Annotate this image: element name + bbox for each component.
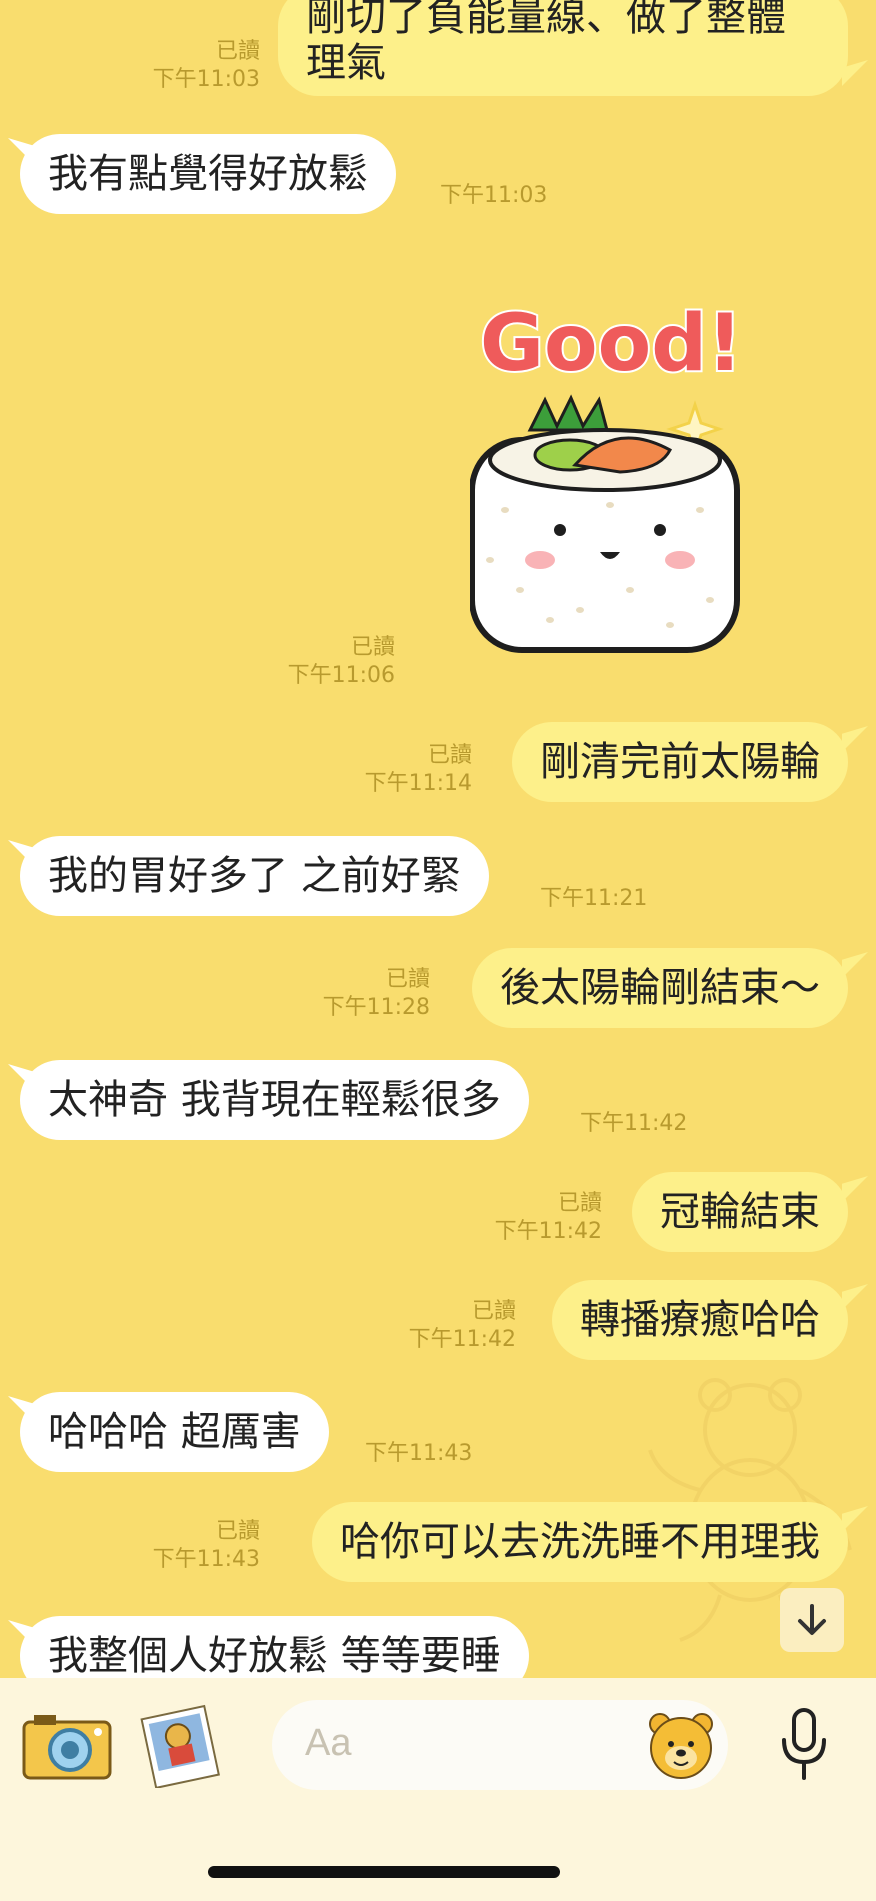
voice-input-button[interactable]: [776, 1706, 832, 1782]
message-meta: 已讀 下午11:28: [290, 966, 430, 1022]
photo-gallery-icon: [140, 1704, 220, 1790]
message-text: 轉播療癒哈哈: [580, 1297, 820, 1343]
bubble-tail: [842, 952, 868, 978]
message-meta: 已讀 下午11:03: [120, 38, 260, 94]
message-meta: 已讀 下午11:06: [250, 634, 395, 690]
message-bubble-incoming[interactable]: 我整個人好放鬆 等等要睡: [20, 1616, 529, 1678]
read-receipt: 已讀: [215, 39, 260, 64]
timestamp: 下午11:43: [365, 1441, 473, 1466]
chat-area[interactable]: 剛切了負能量線、做了整體 理氣 已讀 下午11:03 我有點覺得好放鬆 下午11…: [0, 0, 876, 1678]
timestamp: 下午11:06: [287, 663, 395, 688]
message-text-line: 剛切了負能量線、做了整體: [306, 0, 786, 40]
timestamp: 下午11:28: [322, 995, 430, 1020]
timestamp: 下午11:42: [494, 1219, 602, 1244]
read-receipt: 已讀: [350, 635, 395, 660]
read-receipt: 已讀: [557, 1191, 602, 1216]
message-bubble-outgoing[interactable]: 剛切了負能量線、做了整體 理氣: [278, 0, 848, 96]
message-input-placeholder: Aa: [305, 1722, 352, 1764]
camera-icon: [22, 1715, 112, 1780]
read-receipt: 已讀: [427, 743, 472, 768]
bubble-tail: [842, 1284, 868, 1310]
sushi-roll-sticker-icon[interactable]: Good!: [470, 290, 770, 660]
scroll-to-bottom-button[interactable]: [780, 1588, 844, 1652]
bubble-tail: [842, 726, 868, 752]
message-text-line: 理氣: [306, 40, 386, 86]
timestamp: 下午11:21: [540, 886, 648, 911]
pooh-emoji-icon: [649, 1713, 713, 1779]
read-receipt: 已讀: [471, 1299, 516, 1324]
message-meta: 已讀 下午11:42: [372, 1298, 516, 1354]
message-bubble-outgoing[interactable]: 冠輪結束: [632, 1172, 848, 1252]
message-meta: 已讀 下午11:14: [330, 742, 472, 798]
message-meta: 已讀 下午11:43: [118, 1518, 260, 1574]
read-receipt: 已讀: [215, 1519, 260, 1544]
emoji-button[interactable]: [646, 1710, 716, 1780]
home-indicator: [208, 1866, 560, 1878]
timestamp: 下午11:42: [408, 1327, 516, 1352]
timestamp: 下午11:14: [364, 771, 472, 796]
message-text: 哈哈哈 超厲害: [48, 1409, 301, 1455]
timestamp: 下午11:43: [152, 1547, 260, 1572]
message-text: 太神奇 我背現在輕鬆很多: [48, 1077, 501, 1123]
message-bubble-incoming[interactable]: 我的胃好多了 之前好緊: [20, 836, 489, 916]
bubble-tail: [842, 1176, 868, 1202]
arrow-down-icon: [798, 1604, 826, 1635]
timestamp: 下午11:03: [440, 183, 548, 208]
read-receipt: 已讀: [385, 967, 430, 992]
message-text: 哈你可以去洗洗睡不用理我: [340, 1519, 820, 1565]
message-text: 我的胃好多了 之前好緊: [48, 853, 461, 899]
sticker-text: Good!: [480, 299, 743, 389]
timestamp: 下午11:42: [580, 1111, 688, 1136]
message-bubble-incoming[interactable]: 我有點覺得好放鬆: [20, 134, 396, 214]
photo-gallery-button[interactable]: [140, 1704, 220, 1790]
message-text: 我整個人好放鬆 等等要睡: [48, 1633, 501, 1678]
message-bubble-incoming[interactable]: 太神奇 我背現在輕鬆很多: [20, 1060, 529, 1140]
camera-button[interactable]: [22, 1712, 112, 1782]
message-bubble-incoming[interactable]: 哈哈哈 超厲害: [20, 1392, 329, 1472]
message-meta: 已讀 下午11:42: [460, 1190, 602, 1246]
message-text: 我有點覺得好放鬆: [48, 151, 368, 197]
timestamp: 下午11:03: [152, 67, 260, 92]
microphone-icon: [782, 1708, 826, 1780]
message-bubble-outgoing[interactable]: 剛清完前太陽輪: [512, 722, 848, 802]
message-bubble-outgoing[interactable]: 轉播療癒哈哈: [552, 1280, 848, 1360]
message-bubble-outgoing[interactable]: 哈你可以去洗洗睡不用理我: [312, 1502, 848, 1582]
message-bubble-outgoing[interactable]: 後太陽輪剛結束～: [472, 948, 848, 1028]
message-text: 冠輪結束: [660, 1189, 820, 1235]
message-text: 剛清完前太陽輪: [540, 739, 820, 785]
message-text: 後太陽輪剛結束～: [500, 965, 820, 1011]
